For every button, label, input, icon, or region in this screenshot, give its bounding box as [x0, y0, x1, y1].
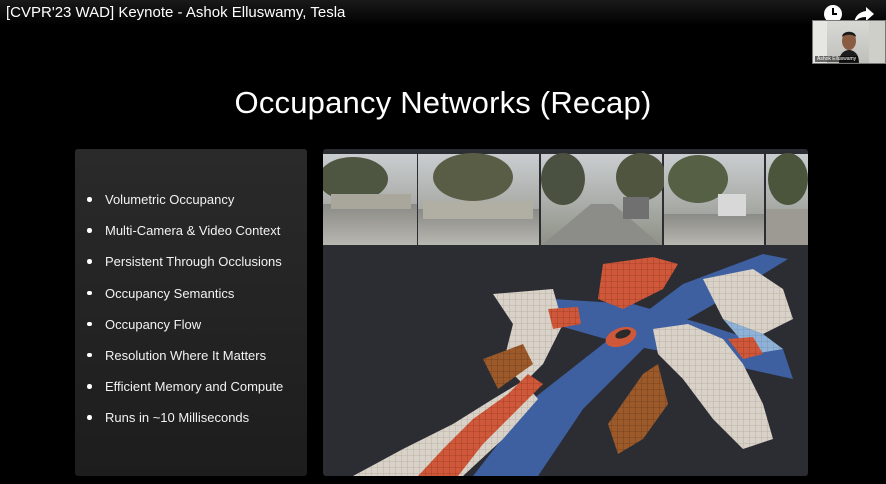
bullet-icon [87, 259, 92, 264]
slide-title: Occupancy Networks (Recap) [234, 85, 652, 120]
list-item: Runs in ~10 Milliseconds [75, 408, 307, 439]
bullet-text: Persistent Through Occlusions [105, 254, 282, 270]
list-item: Occupancy Flow [75, 315, 307, 346]
camera-view-1 [323, 154, 417, 246]
camera-views-strip [323, 153, 808, 255]
list-item: Resolution Where It Matters [75, 346, 307, 377]
camera-view-2 [418, 153, 539, 246]
bullet-text: Volumetric Occupancy [105, 192, 235, 207]
bullet-text: Occupancy Semantics [105, 285, 235, 301]
video-title[interactable]: [CVPR'23 WAD] Keynote - Ashok Elluswamy,… [6, 4, 345, 21]
list-item: Efficient Memory and Compute [75, 377, 307, 408]
bullet-icon [87, 321, 92, 327]
list-item: Multi-Camera & Video Context [75, 221, 307, 252]
bullet-text: Occupancy Flow [105, 316, 202, 332]
occupancy-visualization-panel [323, 149, 808, 476]
bullet-icon [87, 228, 92, 233]
bullet-panel: Volumetric Occupancy Multi-Camera & Vide… [75, 149, 307, 476]
speaker-webcam: Ashok Elluswamy [812, 20, 886, 64]
list-item: Volumetric Occupancy [75, 190, 307, 221]
camera-view-3 [541, 153, 666, 246]
bullet-icon [87, 352, 92, 358]
bullet-icon [87, 197, 92, 202]
bullet-text: Multi-Camera & Video Context [105, 223, 281, 239]
list-item: Persistent Through Occlusions [75, 252, 307, 283]
camera-view-5 [766, 153, 808, 246]
bullet-list: Volumetric Occupancy Multi-Camera & Vide… [75, 190, 307, 440]
bullet-icon [87, 384, 92, 389]
bullet-icon [87, 415, 92, 420]
webcam-name-label: Ashok Elluswamy [815, 56, 859, 62]
bullet-text: Runs in ~10 Milliseconds [105, 410, 250, 426]
video-top-bar: [CVPR'23 WAD] Keynote - Ashok Elluswamy,… [0, 0, 886, 26]
bullet-icon [87, 290, 92, 296]
list-item: Occupancy Semantics [75, 284, 307, 315]
bullet-text: Efficient Memory and Compute [105, 379, 284, 395]
camera-view-4 [664, 154, 764, 246]
bullet-text: Resolution Where It Matters [105, 347, 267, 363]
occupancy-3d-scene [353, 254, 793, 476]
